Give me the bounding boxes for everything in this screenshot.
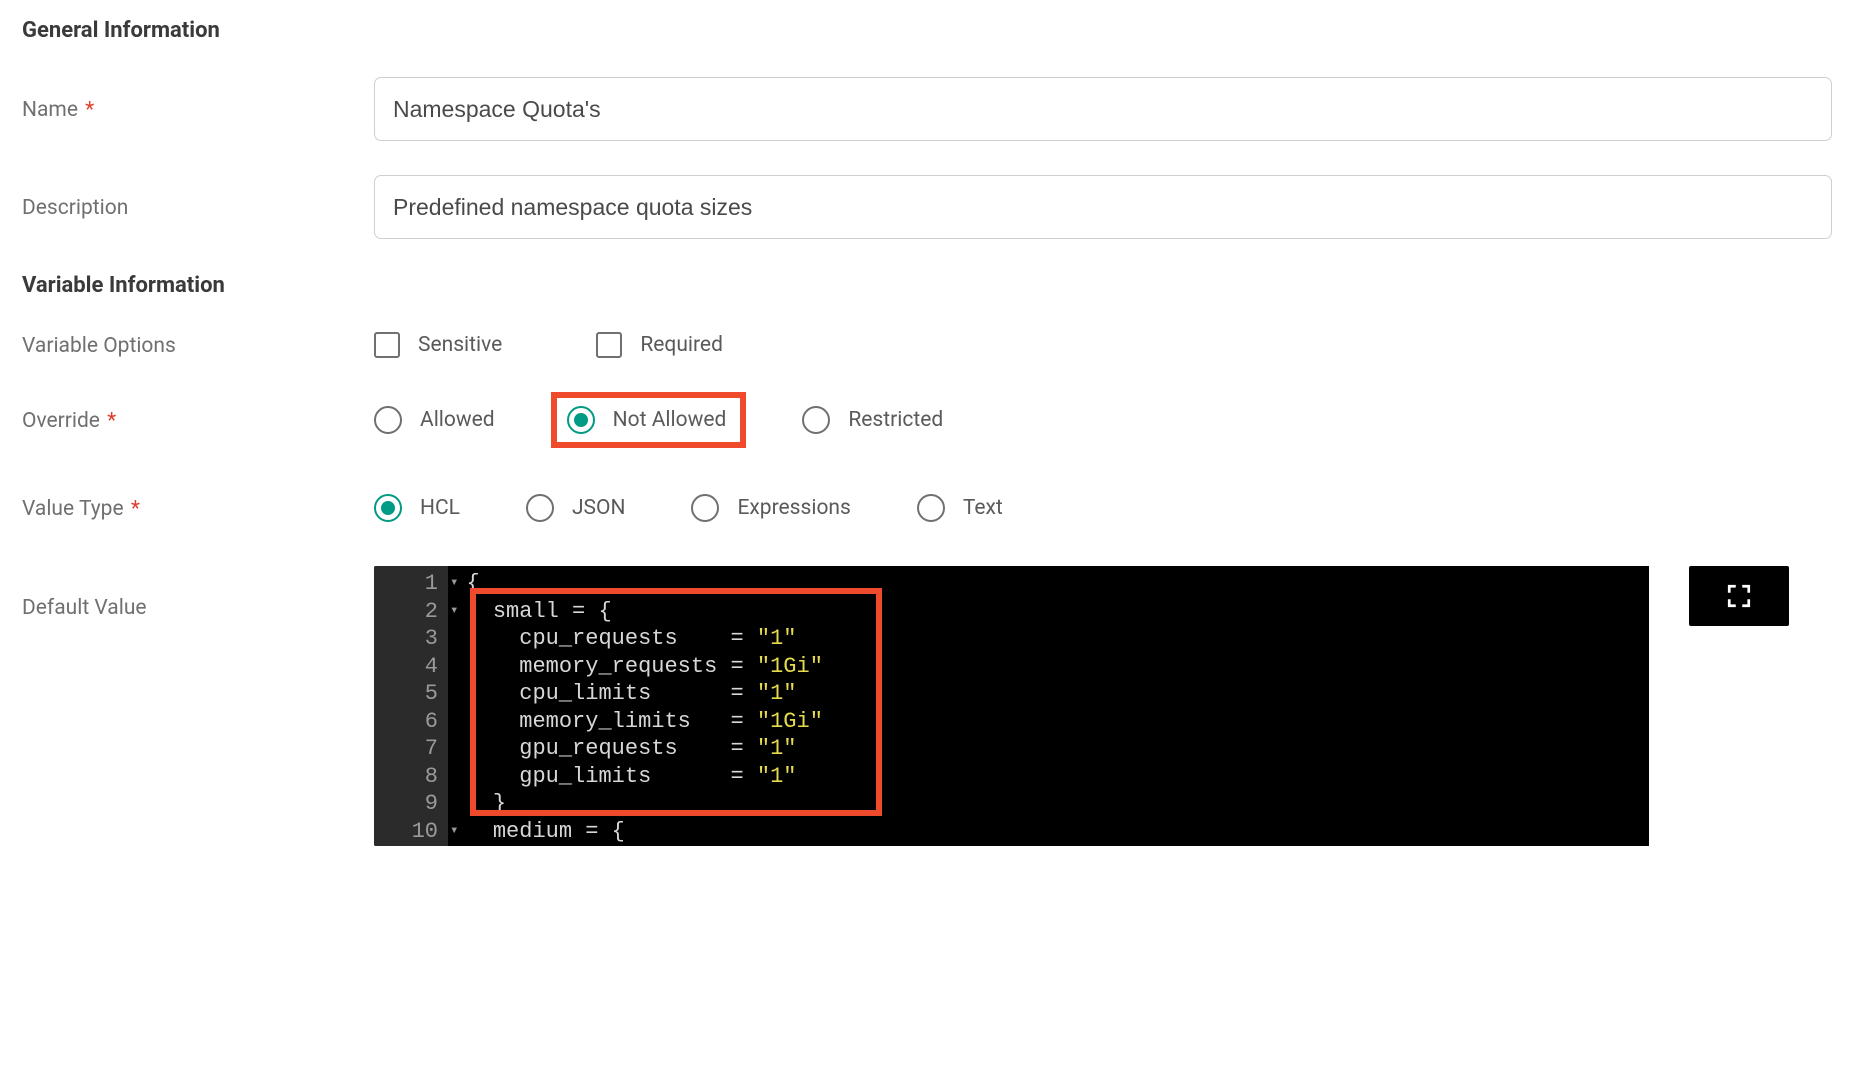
line-number: 2 bbox=[388, 598, 438, 626]
checkbox-icon bbox=[374, 332, 400, 358]
fold-spacer bbox=[450, 625, 458, 653]
radio-label: Expressions bbox=[737, 496, 850, 520]
label-name: Name * bbox=[22, 96, 374, 122]
checkbox-icon bbox=[596, 332, 622, 358]
label-variable-options: Variable Options bbox=[22, 332, 374, 358]
radio-override-allowed[interactable]: Allowed bbox=[374, 406, 495, 434]
fold-spacer bbox=[450, 653, 458, 681]
radio-label: Not Allowed bbox=[613, 408, 727, 432]
line-number: 5 bbox=[388, 680, 438, 708]
fold-marker-icon[interactable]: ▾ bbox=[450, 598, 458, 626]
required-asterisk: * bbox=[126, 497, 140, 521]
fold-spacer bbox=[450, 708, 458, 736]
required-asterisk: * bbox=[80, 98, 94, 122]
radio-icon bbox=[374, 494, 402, 522]
fold-marker-icon[interactable]: ▾ bbox=[450, 818, 458, 846]
code-line: small = { bbox=[466, 598, 1649, 626]
checkbox-required[interactable]: Required bbox=[596, 332, 723, 358]
radio-label: Allowed bbox=[420, 408, 495, 432]
radio-value-type-hcl[interactable]: HCL bbox=[374, 494, 460, 522]
code-line: memory_requests = "1Gi" bbox=[466, 653, 1649, 681]
checkbox-sensitive-label: Sensitive bbox=[418, 333, 502, 357]
line-number: 7 bbox=[388, 735, 438, 763]
line-number: 11 bbox=[388, 845, 438, 846]
fold-spacer bbox=[450, 790, 458, 818]
fold-spacer bbox=[450, 680, 458, 708]
code-editor[interactable]: 1234567891011 ▾▾▾ { small = { cpu_reques… bbox=[374, 566, 1649, 846]
radio-icon bbox=[567, 406, 595, 434]
radio-icon bbox=[374, 406, 402, 434]
code-line: { bbox=[466, 570, 1649, 598]
code-line: cpu_requests = "2" bbox=[466, 845, 1649, 846]
radio-override-restricted[interactable]: Restricted bbox=[802, 406, 943, 434]
section-variable-header: Variable Information bbox=[22, 273, 1832, 298]
checkbox-required-label: Required bbox=[640, 333, 723, 357]
radio-label: HCL bbox=[420, 496, 460, 520]
label-description: Description bbox=[22, 194, 374, 220]
line-number: 10 bbox=[388, 818, 438, 846]
code-line: cpu_limits = "1" bbox=[466, 680, 1649, 708]
code-line: gpu_limits = "1" bbox=[466, 763, 1649, 791]
editor-gutter: 1234567891011 bbox=[374, 566, 448, 846]
radio-icon bbox=[802, 406, 830, 434]
line-number: 6 bbox=[388, 708, 438, 736]
radio-icon bbox=[691, 494, 719, 522]
radio-override-not-allowed[interactable]: Not Allowed bbox=[567, 406, 727, 434]
radio-value-type-expressions[interactable]: Expressions bbox=[691, 494, 850, 522]
checkbox-sensitive[interactable]: Sensitive bbox=[374, 332, 502, 358]
line-number: 8 bbox=[388, 763, 438, 791]
editor-code-area[interactable]: { small = { cpu_requests = "1" memory_re… bbox=[464, 566, 1649, 846]
expand-editor-button[interactable] bbox=[1689, 566, 1789, 626]
label-override: Override * bbox=[22, 407, 374, 433]
line-number: 1 bbox=[388, 570, 438, 598]
line-number: 4 bbox=[388, 653, 438, 681]
section-general-header: General Information bbox=[22, 18, 1832, 43]
fold-spacer bbox=[450, 763, 458, 791]
radio-value-type-json[interactable]: JSON bbox=[526, 494, 625, 522]
line-number: 3 bbox=[388, 625, 438, 653]
editor-fold-column: ▾▾▾ bbox=[448, 566, 464, 846]
code-line: cpu_requests = "1" bbox=[466, 625, 1649, 653]
label-value-type: Value Type * bbox=[22, 495, 374, 521]
expand-icon bbox=[1726, 583, 1752, 609]
name-input[interactable] bbox=[374, 77, 1832, 141]
radio-icon bbox=[917, 494, 945, 522]
code-line: gpu_requests = "1" bbox=[466, 735, 1649, 763]
radio-label: JSON bbox=[572, 496, 625, 520]
line-number: 9 bbox=[388, 790, 438, 818]
fold-spacer bbox=[450, 845, 458, 846]
fold-spacer bbox=[450, 735, 458, 763]
required-asterisk: * bbox=[102, 409, 116, 433]
description-input[interactable] bbox=[374, 175, 1832, 239]
label-default-value: Default Value bbox=[22, 566, 374, 620]
code-line: } bbox=[466, 790, 1649, 818]
radio-label: Restricted bbox=[848, 408, 943, 432]
code-line: medium = { bbox=[466, 818, 1649, 846]
radio-icon bbox=[526, 494, 554, 522]
editor-scrollbar[interactable] bbox=[1571, 566, 1649, 846]
code-line: memory_limits = "1Gi" bbox=[466, 708, 1649, 736]
radio-value-type-text[interactable]: Text bbox=[917, 494, 1003, 522]
highlight-not-allowed: Not Allowed bbox=[551, 392, 747, 448]
radio-label: Text bbox=[963, 496, 1003, 520]
fold-marker-icon[interactable]: ▾ bbox=[450, 570, 458, 598]
